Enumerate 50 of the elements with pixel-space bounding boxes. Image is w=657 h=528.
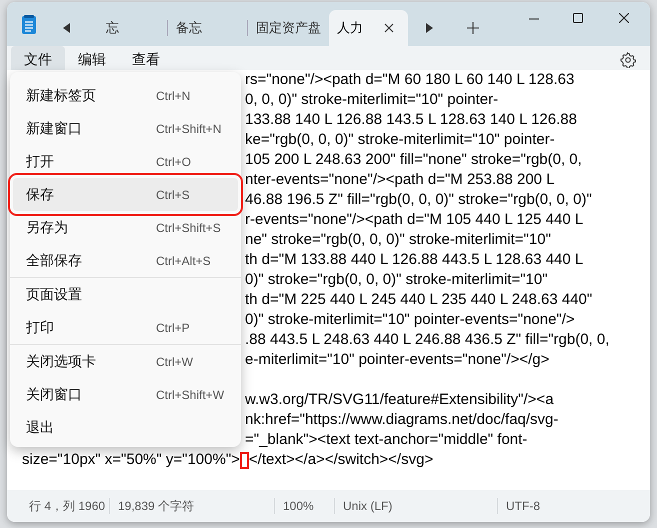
menu-item[interactable]: 关闭选项卡 Ctrl+W [13,345,238,378]
menu-item[interactable]: 关闭窗口 Ctrl+Shift+W [13,378,238,411]
code-line: 0)" stroke="rgb(0, 0, 0)" stroke-miterlimit="10" [245,271,548,288]
code-line: size="10px" x="50%" y="100%"> [22,451,240,468]
menu-item[interactable]: 打开 Ctrl+O [13,145,238,178]
tab[interactable]: 忘 [82,10,168,46]
code-line: 0)" stroke-miterlimit="10" pointer-events="none"/> [245,311,575,328]
code-line: rs="none"/><path d="M 60 180 L 60 140 L 128.63 [245,71,574,88]
code-line: </text></a></switch></svg> [248,451,434,468]
right-triangle-icon [425,23,433,33]
close-icon [619,13,629,23]
status-text: Unix (LF) [335,498,498,514]
notepad-icon [22,15,36,34]
tab[interactable]: 备忘 [168,10,248,46]
plus-icon [467,22,479,34]
code-line: w.w3.org/TR/SVG11/feature#Extensibility"/><a [245,391,554,408]
menu-item[interactable]: 页面设置 [13,278,238,311]
code-line: th d="M 133.88 440 L 126.88 443.5 L 128.63 440 L [245,251,584,268]
settings-icon[interactable] [620,52,636,68]
code-line: 0, 0, 0)" stroke-miterlimit="10" pointer- [245,91,498,108]
code-line: .88 443.5 L 248.63 440 L 246.88 436.5 Z" fill="rgb(0, 0, [245,331,610,348]
maximize-icon [573,13,583,23]
left-triangle-icon [63,23,71,33]
status-text: 19,839 个字符 [110,498,275,514]
menu-item[interactable]: 查看 [119,46,173,73]
code-line: th d="M 225 440 L 245 440 L 235 440 L 248.63 440" [245,291,592,308]
menu-item[interactable]: 退出 [13,411,238,444]
code-line: r-events="none"/><path d="M 105 440 L 125 440 L [245,211,584,228]
menu-item[interactable]: 编辑 [65,46,119,73]
menu-item[interactable]: 新建标签页 Ctrl+N [13,79,238,112]
code-line: nter-events="none"/><path d="M 253.88 200 L [245,171,555,188]
code-line: 105 200 L 248.63 200" fill="none" stroke="rgb(0, 0, [245,151,582,168]
menu-item[interactable]: 新建窗口 Ctrl+Shift+N [13,112,238,145]
code-line: e-miterlimit="10" pointer-events="none"/></g> [245,351,550,368]
tab[interactable]: 固定资产盘 [248,10,329,46]
tab[interactable]: 人力 [329,10,408,46]
code-line: ne" stroke="rgb(0, 0, 0)" stroke-miterlimit="10" [245,231,551,248]
code-line: 46.88 196.5 Z" fill="rgb(0, 0, 0)" stroke="rgb(0, 0, 0)" [245,191,592,208]
menu-item[interactable]: 另存为 Ctrl+Shift+S [13,211,238,244]
status-text: 100% [275,498,335,514]
code-line: 133.88 140 L 126.88 143.5 L 128.63 140 L 126.88 [245,111,577,128]
menu-item[interactable]: 打印 Ctrl+P [13,311,238,344]
code-line: nk:href="https://www.diagrams.net/doc/faq/svg- [245,411,558,428]
menu-item[interactable]: 保存 Ctrl+S [13,178,238,211]
close-tab-icon[interactable] [384,23,394,33]
menu-item[interactable]: 全部保存 Ctrl+Alt+S [13,244,238,277]
code-line: ke="rgb(0, 0, 0)" stroke-miterlimit="10" pointer- [245,131,555,148]
status-text: UTF-8 [505,498,541,514]
status-text: 行 4，列 1960 [7,498,110,514]
code-line: ="_blank"><text text-anchor="middle" font- [245,431,528,448]
